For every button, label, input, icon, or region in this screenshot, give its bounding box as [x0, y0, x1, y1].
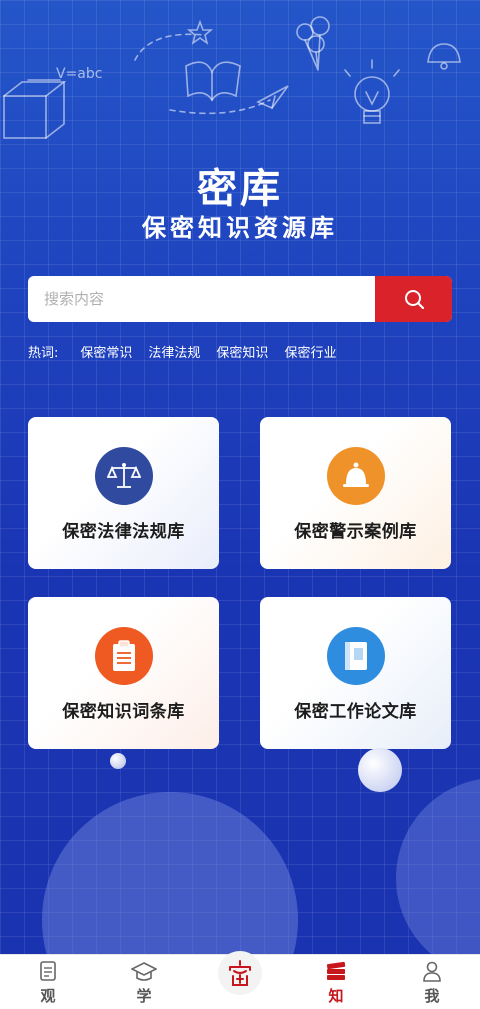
hero-background: V=abc 密库 保密知识资源库 热词: 保密常识 法律法规 保密知识 保密行业 — [0, 0, 480, 954]
card-label: 保密工作论文库 — [294, 702, 417, 722]
doodle-decorations: V=abc — [3, 16, 461, 139]
search-input[interactable] — [28, 276, 374, 322]
clipboard-icon — [95, 627, 153, 685]
cube-doodle — [3, 81, 67, 139]
card-label: 保密警示案例库 — [294, 522, 417, 542]
graduation-cap-icon — [131, 959, 157, 983]
bubble-decoration — [110, 753, 126, 769]
card-label: 保密法律法规库 — [62, 522, 185, 542]
person-icon — [421, 959, 443, 983]
tab-label: 观 — [40, 987, 56, 1005]
hot-word-tag[interactable]: 保密行业 — [284, 342, 336, 361]
tab-label: 知 — [328, 987, 344, 1005]
search-button[interactable] — [375, 276, 452, 322]
formula-doodle-text: V=abc — [56, 66, 102, 82]
scales-icon — [95, 447, 153, 505]
open-book-doodle — [185, 61, 241, 102]
hot-words: 热词: 保密常识 法律法规 保密知识 保密行业 — [28, 342, 352, 361]
card-warning-cases-library[interactable]: 保密警示案例库 — [260, 417, 451, 569]
tab-label: 学 — [136, 987, 152, 1005]
bell-icon — [327, 447, 385, 505]
tab-xue[interactable]: 学 — [96, 955, 192, 1009]
paper-plane-doodle — [256, 85, 289, 109]
book-icon — [327, 627, 385, 685]
hot-word-tag[interactable]: 保密常识 — [80, 342, 132, 361]
tab-zhi[interactable]: 知 — [288, 955, 384, 1009]
hot-word-tag[interactable]: 保密知识 — [216, 342, 268, 361]
star-doodle — [186, 19, 214, 45]
books-icon — [324, 959, 348, 983]
hot-words-label: 热词: — [28, 346, 59, 361]
page-title: 密库 — [197, 165, 283, 212]
hot-word-tag[interactable]: 法律法规 — [148, 342, 200, 361]
search-bar — [28, 276, 452, 322]
lightbulb-doodle — [344, 59, 400, 124]
search-icon — [404, 290, 424, 310]
tab-wo[interactable]: 我 — [384, 955, 480, 1009]
tab-label: 我 — [424, 987, 440, 1005]
tab-guan[interactable]: 观 — [0, 955, 96, 1009]
balloons-doodle — [296, 16, 330, 71]
card-laws-library[interactable]: 保密法律法规库 — [28, 417, 219, 569]
bell-doodle — [427, 43, 461, 70]
card-papers-library[interactable]: 保密工作论文库 — [260, 597, 451, 749]
tab-home-seal[interactable] — [192, 951, 288, 1009]
seal-logo-icon — [218, 951, 262, 995]
page-subtitle: 保密知识资源库 — [142, 213, 338, 242]
bubble-decoration — [358, 748, 402, 792]
card-label: 保密知识词条库 — [62, 702, 185, 722]
document-icon — [37, 959, 59, 983]
card-glossary-library[interactable]: 保密知识词条库 — [28, 597, 219, 749]
bottom-tab-bar: 观 学 知 我 — [0, 951, 480, 1009]
